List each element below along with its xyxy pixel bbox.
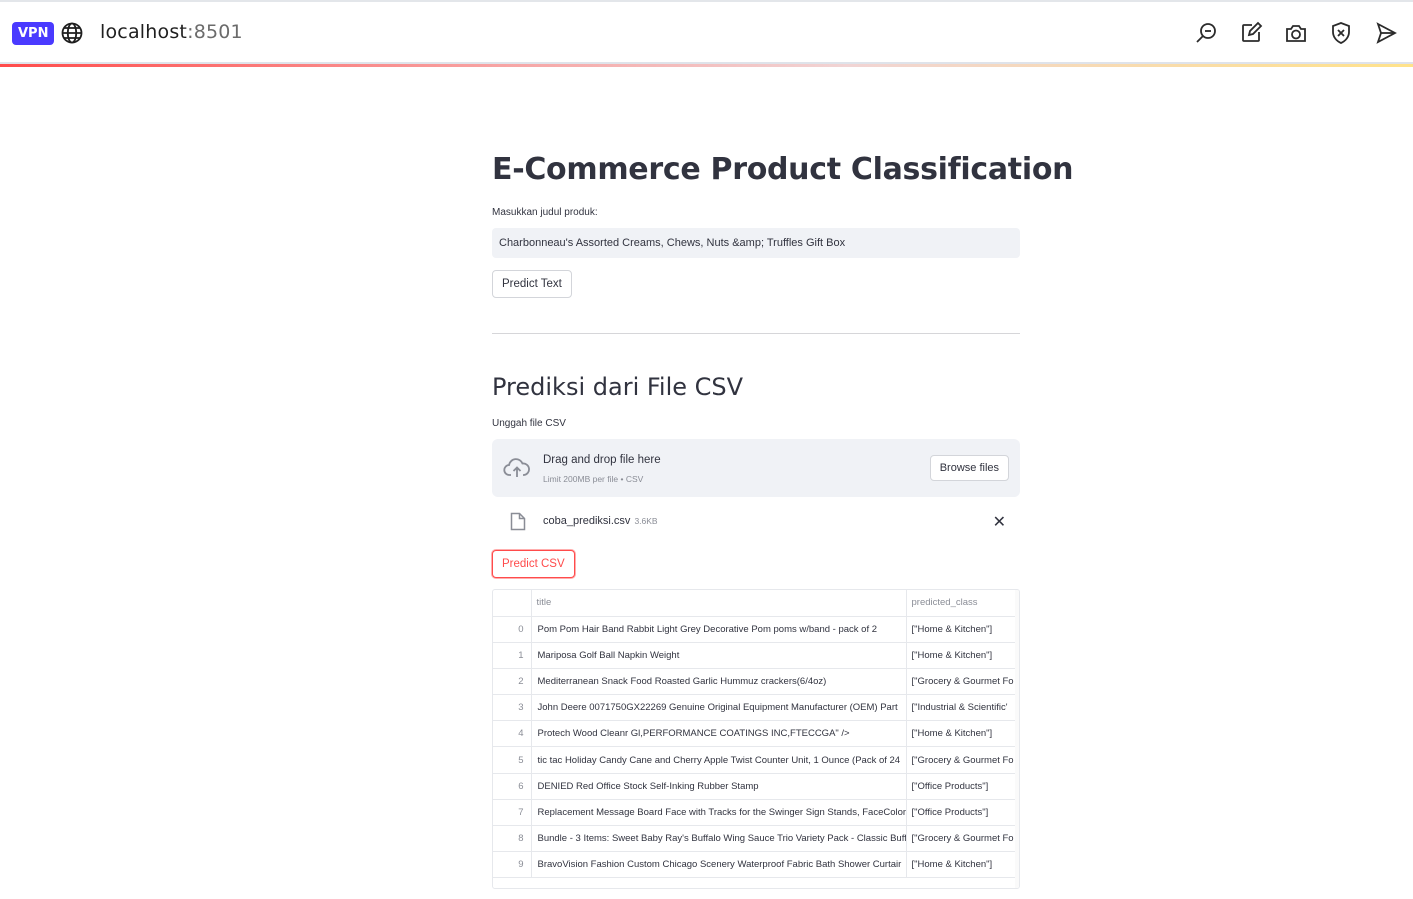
predicted-class-cell[interactable]: ["Industrial & Scientific' [906,694,1018,722]
page-title: E-Commerce Product Classification [492,152,1074,187]
browser-toolbar: VPN localhost:8501 [0,0,1413,62]
predicted-class-cell[interactable]: ["Home & Kitchen"] [906,616,1018,643]
dropzone-instructions: Drag and drop file here [543,454,661,466]
predicted-class-cell[interactable]: ["Grocery & Gourmet Fo [906,825,1018,853]
table-row: 8 Bundle - 3 Items: Sweet Baby Ray's Buff… [493,825,1018,853]
upload-label: Unggah file CSV [492,418,566,429]
predicted-class-cell[interactable]: ["Home & Kitchen"] [906,720,1018,748]
predicted-class-cell[interactable]: ["Grocery & Gourmet Fo [906,746,1018,774]
title-cell[interactable]: Replacement Message Board Face with Trac… [531,799,907,827]
uploaded-file-size: 3.6KB [634,516,658,526]
title-cell[interactable]: Protech Wood Cleanr Gl,PERFORMANCE COATI… [531,720,907,748]
edit-share-icon[interactable] [1238,20,1264,46]
dropzone-limit: Limit 200MB per file • CSV [543,474,644,484]
title-cell[interactable]: tic tac Holiday Candy Cane and Cherry Ap… [531,746,907,774]
row-index: 6 [493,773,532,800]
row-index: 5 [493,746,532,774]
vpn-badge[interactable]: VPN [12,22,55,45]
url-port: :8501 [187,21,243,43]
cloud-upload-icon [503,456,531,480]
predicted-class-cell[interactable]: ["Grocery & Gourmet Fo [906,668,1018,696]
table-row: 5 tic tac Holiday Candy Cane and Cherry A… [493,746,1018,774]
table-row: 6 DENIED Red Office Stock Self-Inking Rub… [493,773,1018,800]
row-index: 1 [493,642,532,669]
table-row: 9 BravoVision Fashion Custom Chicago Scen… [493,851,1018,879]
header-decoration [0,62,1413,67]
section-divider [492,333,1020,334]
dataframe-scrollbar[interactable] [1015,590,1019,888]
row-index: 9 [493,851,532,879]
column-header-index[interactable] [493,590,532,617]
table-header-row: title predicted_class [493,590,1018,617]
uploaded-file-name: coba_prediksi.csv [543,515,631,527]
table-row: 4 Protech Wood Cleanr Gl,PERFORMANCE COAT… [493,720,1018,748]
predicted-class-cell[interactable]: ["Home & Kitchen"] [906,851,1018,879]
predict-csv-button[interactable]: Predict CSV [492,550,575,578]
url-host: localhost [100,21,188,43]
send-icon[interactable] [1373,20,1399,46]
predicted-class-cell[interactable]: ["Office Products"] [906,799,1018,827]
table-row: 3 John Deere 0071750GX22269 Genuine Origi… [493,694,1018,722]
table-row: 1 Mariposa Golf Ball Napkin Weight ["Home … [493,642,1018,669]
title-cell[interactable]: Mediterranean Snack Food Roasted Garlic … [531,668,907,696]
product-title-input[interactable]: Charbonneau's Assorted Creams, Chews, Nu… [492,228,1020,258]
camera-icon[interactable] [1283,20,1309,46]
title-cell[interactable]: John Deere 0071750GX22269 Genuine Origin… [531,694,907,722]
close-icon[interactable]: ✕ [993,512,1006,532]
title-cell[interactable]: Mariposa Golf Ball Napkin Weight [531,642,907,669]
text-input-label: Masukkan judul produk: [492,207,598,218]
address-bar[interactable]: localhost:8501 [100,21,243,43]
predicted-class-cell[interactable]: ["Office Products"] [906,773,1018,800]
csv-section-title: Prediksi dari File CSV [492,373,744,401]
row-index: 8 [493,825,532,853]
shield-close-icon[interactable] [1328,20,1354,46]
title-cell[interactable]: BravoVision Fashion Custom Chicago Scene… [531,851,907,879]
row-index: 0 [493,616,532,643]
title-cell[interactable]: Pom Pom Hair Band Rabbit Light Grey Deco… [531,616,907,643]
title-cell[interactable]: Bundle - 3 Items: Sweet Baby Ray's Buffa… [531,825,907,853]
column-header-title[interactable]: title [531,590,907,617]
row-index: 4 [493,720,532,748]
file-dropzone[interactable]: Drag and drop file here Limit 200MB per … [492,439,1020,497]
prediction-dataframe[interactable]: title predicted_class 0 Pom Pom Hair Band… [492,589,1020,889]
zoom-search-icon[interactable] [1193,20,1219,46]
row-index: 7 [493,799,532,827]
row-index: 2 [493,668,532,696]
table-row: 2 Mediterranean Snack Food Roasted Garlic… [493,668,1018,696]
predict-text-button[interactable]: Predict Text [492,270,572,298]
column-header-predicted-class[interactable]: predicted_class [906,590,1018,617]
file-icon [510,512,526,531]
table-row: 0 Pom Pom Hair Band Rabbit Light Grey Dec… [493,616,1018,643]
browse-files-button[interactable]: Browse files [929,455,1009,481]
predicted-class-cell[interactable]: ["Home & Kitchen"] [906,642,1018,669]
globe-icon[interactable] [60,21,84,45]
uploaded-file: coba_prediksi.csv 3.6KB ✕ [492,510,1020,534]
table-row: 7 Replacement Message Board Face with Tra… [493,799,1018,827]
title-cell[interactable]: DENIED Red Office Stock Self-Inking Rubb… [531,773,907,800]
row-index: 3 [493,694,532,722]
